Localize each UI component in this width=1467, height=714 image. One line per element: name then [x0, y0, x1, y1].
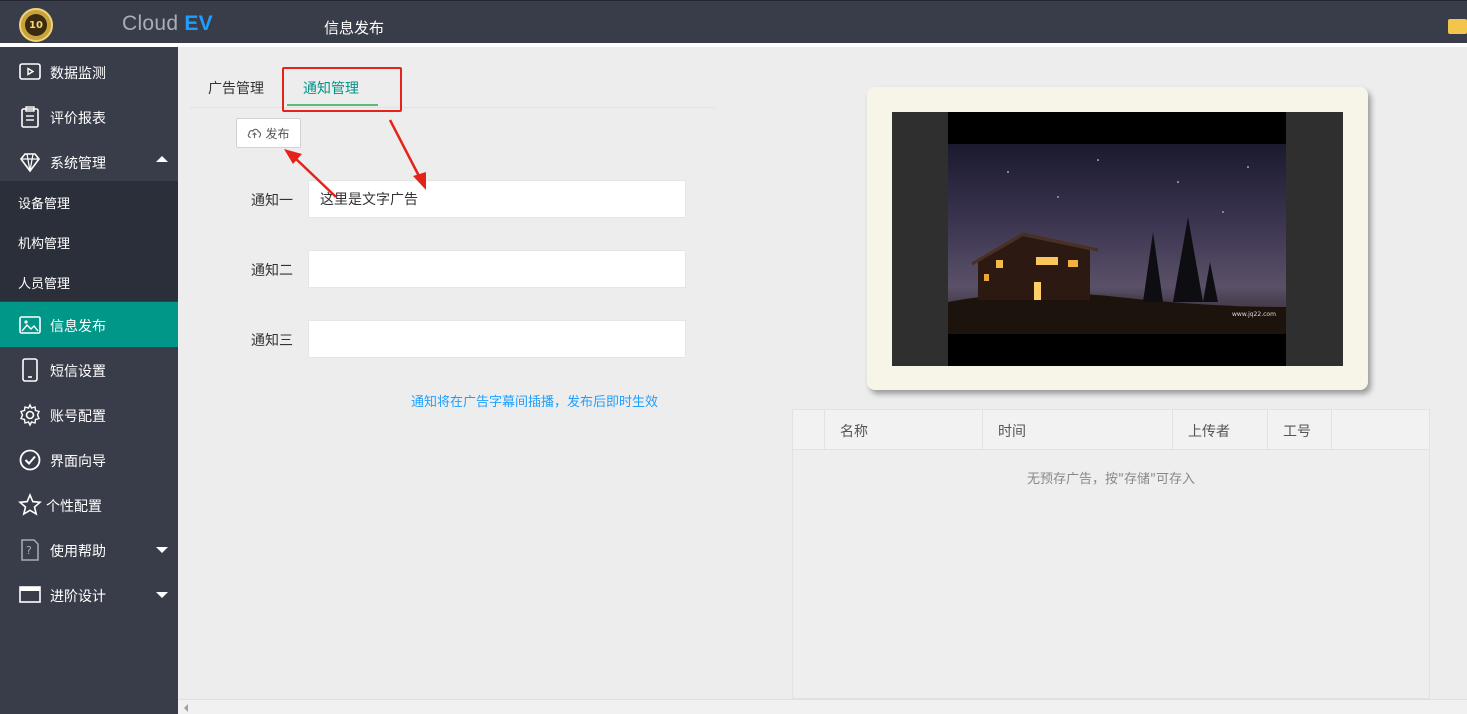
- arrow-to-publish-button: [284, 149, 337, 198]
- arrow-from-tab: [388, 119, 426, 190]
- annotation-arrows: [284, 119, 426, 198]
